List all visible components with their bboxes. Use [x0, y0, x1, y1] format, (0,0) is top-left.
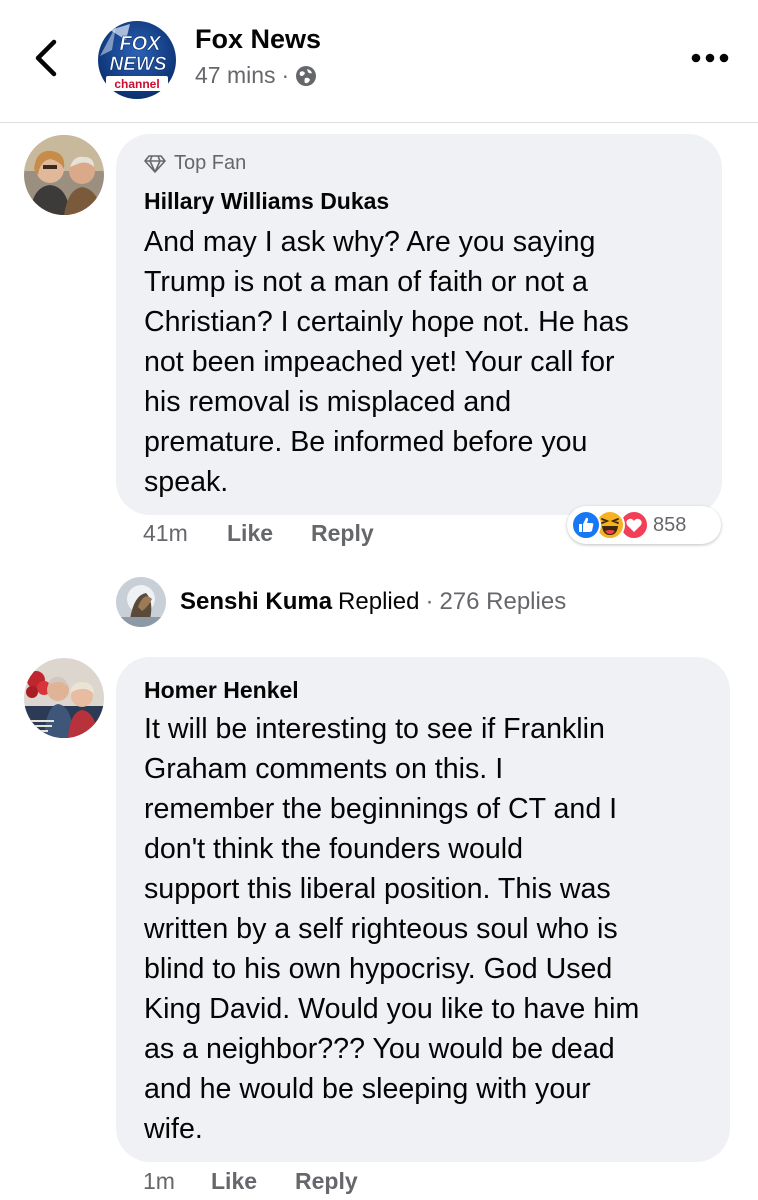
diamond-icon — [144, 154, 166, 173]
replied-label: Replied — [338, 588, 420, 615]
commenter-avatar[interactable] — [24, 135, 104, 215]
svg-text:channel: channel — [114, 77, 159, 91]
like-button[interactable]: Like — [227, 520, 311, 547]
replier-name[interactable]: Senshi Kuma — [180, 588, 332, 616]
comment-text: It will be interesting to see if Frankli… — [144, 713, 640, 1145]
comment-author[interactable]: Hillary Williams Dukas — [144, 188, 389, 215]
comment-actions: 1m Like Reply — [143, 1168, 358, 1195]
commenter-avatar[interactable] — [24, 658, 104, 738]
reply-button[interactable]: Reply — [311, 520, 374, 547]
page-name[interactable]: Fox News — [195, 24, 321, 55]
chevron-left-icon[interactable] — [30, 38, 64, 78]
post-meta: 47 mins · — [195, 62, 317, 89]
post-header: FOX NEWS channel Fox News 47 mins · — [0, 0, 758, 123]
comment-bubble[interactable]: Homer Henkel It will be interesting to s… — [116, 657, 730, 1162]
comment-time[interactable]: 1m — [143, 1168, 211, 1195]
replies-separator: · — [425, 588, 434, 615]
like-button[interactable]: Like — [211, 1168, 295, 1195]
comment-actions: 41m Like Reply — [143, 520, 374, 547]
reaction-count: 858 — [653, 513, 687, 536]
replier-avatar — [116, 577, 166, 627]
globe-icon — [296, 65, 317, 86]
meta-separator: · — [281, 62, 290, 88]
top-fan-label: Top Fan — [174, 152, 247, 174]
reactions-summary[interactable]: 858 — [567, 506, 721, 544]
reply-button[interactable]: Reply — [295, 1168, 358, 1195]
like-reaction-icon — [571, 510, 601, 540]
comment-author[interactable]: Homer Henkel — [144, 677, 299, 704]
comment-text: And may I ask why? Are you saying Trump … — [144, 226, 629, 498]
top-fan-badge: Top Fan — [144, 152, 246, 175]
more-dots-icon[interactable] — [690, 48, 730, 68]
svg-text:FOX: FOX — [119, 33, 162, 55]
replies-count[interactable]: 276 Replies — [439, 588, 566, 616]
comment-time[interactable]: 41m — [143, 520, 227, 547]
view-replies-link[interactable]: Senshi Kuma Replied · 276 Replies — [116, 576, 566, 628]
post-time[interactable]: 47 mins — [195, 62, 276, 89]
fox-news-logo[interactable]: FOX NEWS channel — [96, 20, 178, 100]
comment-bubble[interactable]: Top Fan Hillary Williams Dukas And may I… — [116, 134, 722, 515]
svg-text:NEWS: NEWS — [110, 54, 167, 75]
